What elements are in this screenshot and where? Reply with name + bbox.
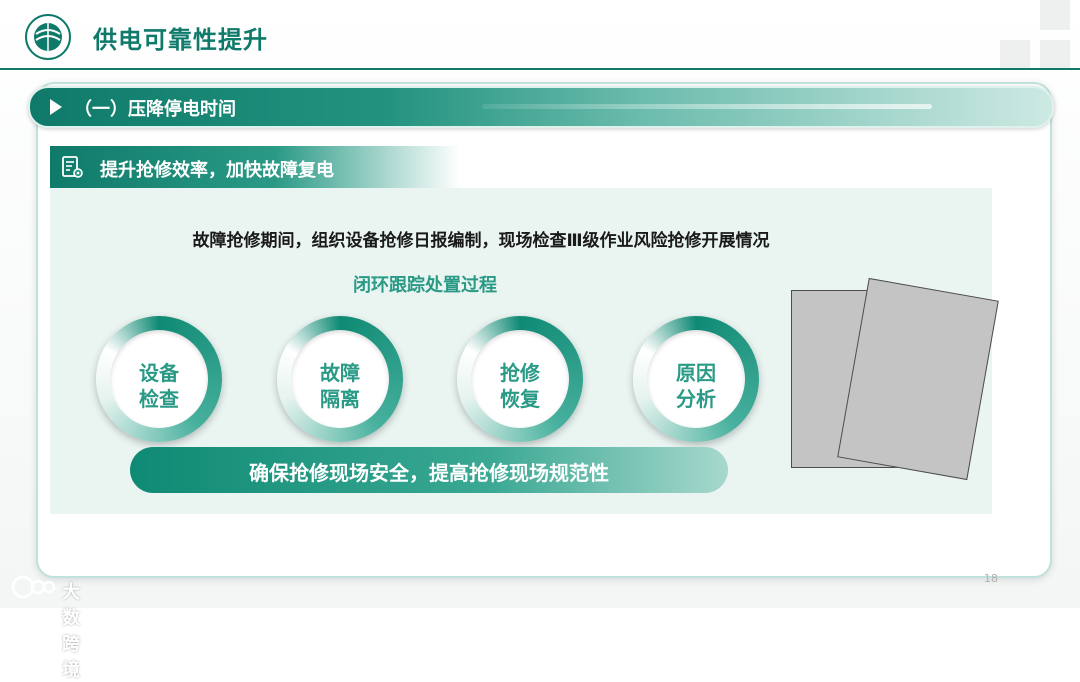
page-title: 供电可靠性提升 [93,26,268,54]
decor-square [1040,40,1070,70]
state-grid-logo [25,14,71,60]
decor-square [1040,0,1070,30]
subsection-header: 提升抢修效率，加快故障复电 [50,146,460,188]
banner-pill: 确保抢修现场安全，提高抢修现场规范性 [130,447,728,493]
step-label-line2: 隔离 [320,387,360,411]
step-circle-2: 故障 隔离 [277,316,403,442]
step-circle-3: 抢修 恢复 [457,316,583,442]
step-label-line1: 原因 [676,361,716,385]
step-circle-4: 原因 分析 [633,316,759,442]
watermark-text: 大数跨境 [62,582,80,681]
play-triangle-icon [50,99,62,115]
step-label-line1: 抢修 [500,361,540,385]
decor-square [1000,40,1030,70]
step-circle-1: 设备 检查 [96,316,222,442]
step-label-line2: 恢复 [500,387,540,411]
banner-text: 确保抢修现场安全，提高抢修现场规范性 [249,461,609,485]
section-stripe [482,104,932,109]
step-label-line1: 设备 [139,361,179,385]
document-gear-icon [62,156,83,178]
page-number: 18 [984,572,998,585]
loop-title: 闭环跟踪处置过程 [353,275,497,296]
step-label-line2: 分析 [676,387,716,411]
step-label-line1: 故障 [320,361,360,385]
subsection-label: 提升抢修效率，加快故障复电 [100,160,334,181]
headline-text: 故障抢修期间，组织设备抢修日报编制，现场检查Ⅲ级作业风险抢修开展情况 [192,231,770,251]
watermark-logo-icon [11,575,56,599]
watermark: 大数跨境 [10,574,80,681]
step-label-line2: 检查 [139,387,179,411]
section-label: （一）压降停电时间 [74,99,236,120]
header-divider [0,68,1080,70]
section-header: （一）压降停电时间 [28,86,1054,128]
